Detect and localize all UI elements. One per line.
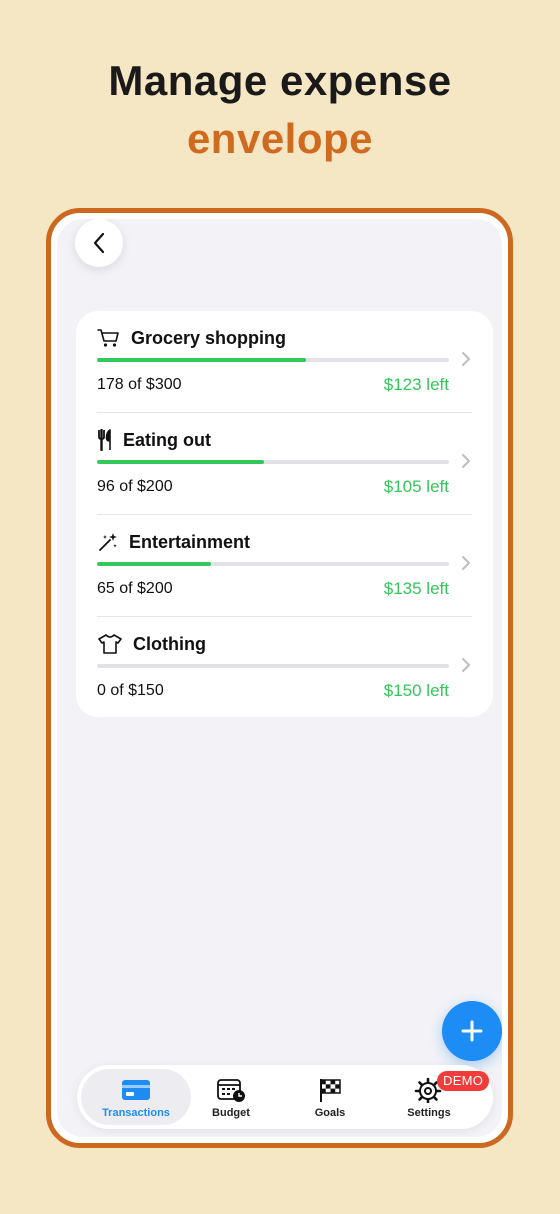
progress-bar (97, 562, 449, 566)
tab-budget[interactable]: Budget (182, 1069, 280, 1125)
envelope-name: Clothing (133, 633, 206, 654)
remaining-amount: $150 left (383, 681, 449, 700)
envelope-row-grocery[interactable]: Grocery shopping 178 of $300 $123 left (97, 311, 472, 413)
cart-icon (97, 327, 123, 349)
progress-bar (97, 460, 449, 464)
envelope-list: Grocery shopping 178 of $300 $123 left E… (76, 311, 493, 717)
plus-icon (461, 1020, 483, 1042)
remaining-amount: $135 left (383, 579, 449, 598)
headline: Manage expense envelope (0, 52, 560, 168)
tab-label: Transactions (102, 1107, 170, 1119)
remaining-amount: $105 left (383, 477, 449, 496)
spent-amount: 0 of $150 (97, 682, 164, 699)
remaining-amount: $123 left (383, 375, 449, 394)
spent-amount: 178 of $300 (97, 376, 182, 393)
headline-line-2: envelope (186, 115, 374, 162)
back-button[interactable] (75, 219, 123, 267)
progress-bar (97, 358, 449, 362)
chevron-left-icon (93, 232, 105, 254)
app-screen: Grocery shopping 178 of $300 $123 left E… (57, 219, 502, 1137)
checkered-flag-icon (320, 1079, 341, 1102)
tab-label: Goals (314, 1107, 346, 1119)
fork-knife-icon (97, 429, 115, 451)
chevron-right-icon (462, 352, 470, 366)
demo-badge: DEMO (437, 1071, 490, 1091)
headline-line-1: Manage expense (108, 57, 452, 104)
chevron-right-icon (462, 658, 470, 672)
spent-amount: 65 of $200 (97, 580, 173, 597)
envelope-row-entertainment[interactable]: Entertainment 65 of $200 $135 left (97, 515, 472, 617)
progress-bar (97, 664, 449, 668)
credit-card-icon (122, 1080, 150, 1100)
tab-goals[interactable]: Goals (281, 1069, 379, 1125)
tshirt-icon (97, 633, 125, 655)
tab-label: Settings (407, 1107, 451, 1119)
chevron-right-icon (462, 454, 470, 468)
magic-wand-icon (97, 531, 121, 553)
envelope-row-eating-out[interactable]: Eating out 96 of $200 $105 left (97, 413, 472, 515)
phone-frame: Grocery shopping 178 of $300 $123 left E… (46, 208, 513, 1148)
tab-bar: Transactions Budget Goals Settings DEMO (77, 1065, 493, 1129)
chevron-right-icon (462, 556, 470, 570)
envelope-name: Eating out (123, 429, 211, 450)
envelope-name: Grocery shopping (131, 327, 287, 348)
envelope-row-clothing[interactable]: Clothing 0 of $150 $150 left (97, 617, 472, 719)
calendar-clock-icon (217, 1079, 245, 1102)
envelope-name: Entertainment (129, 531, 251, 552)
tab-transactions[interactable]: Transactions (81, 1069, 191, 1125)
add-button[interactable] (442, 1001, 502, 1061)
tab-label: Budget (212, 1107, 250, 1119)
spent-amount: 96 of $200 (97, 478, 173, 495)
